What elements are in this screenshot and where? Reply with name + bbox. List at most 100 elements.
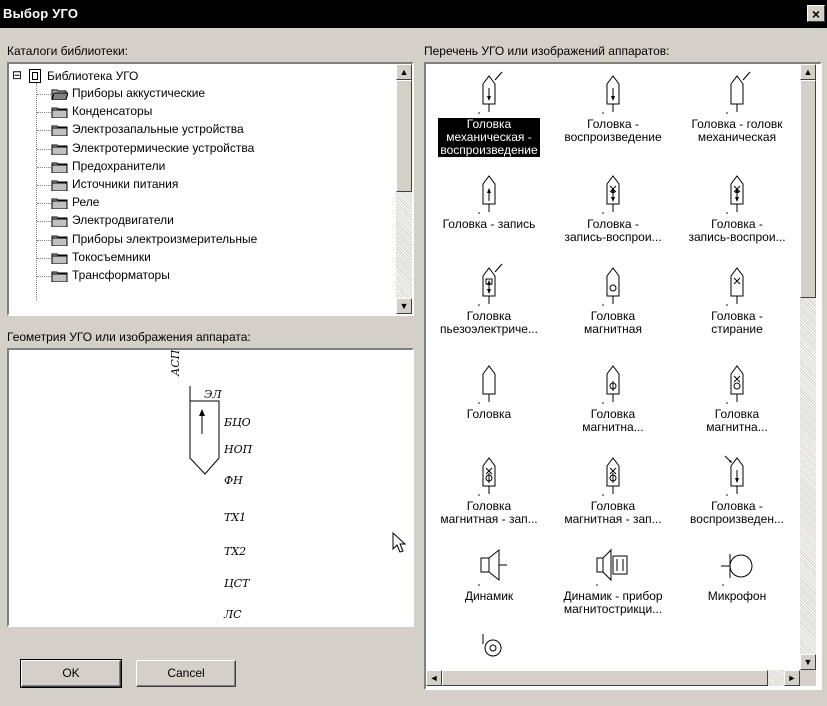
symbols-list: Головка механическая - воспроизведение Голо… [424,62,822,690]
tree-item-label: Трансформаторы [72,268,170,282]
symbol-label-line: воспроизведен... [690,512,784,526]
tree-item[interactable]: Реле [9,194,369,212]
tree-item-label: Источники питания [72,177,179,191]
symbol-item[interactable]: Головка магнитна... [550,360,676,434]
tree-item[interactable]: Конденсаторы [9,103,369,121]
tree-scroll-down-button[interactable]: ▼ [396,298,412,314]
tree-item[interactable]: Токосъемники [9,249,369,267]
head-record-playback-icon [602,175,620,214]
symbol-label-line: магнитна... [706,420,768,434]
symbols-vscroll-thumb[interactable] [800,80,816,298]
folder-icon [51,125,68,137]
tree-item[interactable]: Трансформаторы [9,267,369,285]
window-title: Выбор УГО [3,6,79,21]
folder-icon [51,198,68,210]
symbols-hscroll-thumb[interactable] [442,670,768,686]
symbol-label: Головка магнитная - зап... [438,500,539,526]
symbol-label-line: Микрофон [707,589,767,603]
symbols-scroll-up-button[interactable]: ▲ [800,64,816,80]
head-icon [478,365,496,404]
symbol-item[interactable]: Головка механическая - воспроизведение [426,70,552,157]
symbols-scroll-down-button[interactable]: ▼ [800,654,816,670]
geometry-label-bco: БЦО [224,416,251,429]
head-magnetic-record-2-icon [602,457,620,496]
geometry-label-tx1: ТХ1 [224,511,247,524]
symbol-label-line: магнитна... [582,420,644,434]
symbol-label-line: Головка - [711,499,763,513]
symbol-label-line: Головка [466,407,512,421]
tree-item-label: Конденсаторы [72,104,153,119]
symbol-label-line: Головка - [587,217,639,231]
head-mechanical-icon [726,71,751,114]
symbols-scroll-right-button[interactable]: ► [784,670,800,686]
geometry-label-fn: ФН [224,474,243,487]
symbol-item[interactable]: Головка - стирание [674,262,800,336]
symbol-label: Головка - запись-воспрои... [562,218,663,244]
folder-icon [51,144,68,155]
symbol-label: Головка магнитная - зап... [562,500,663,526]
geometry-label-ls: ЛС [224,608,242,621]
symbol-item[interactable]: Головка магнитная [550,262,676,336]
collapse-icon[interactable]: ⊟ [12,68,22,82]
tree-item[interactable]: Приборы электроизмерительные [9,231,369,249]
symbol-item[interactable]: Головка - головк механическая [674,70,800,144]
symbol-label-line: магнитная [584,322,642,336]
ok-button[interactable]: OK [20,659,122,688]
tree-root[interactable]: ⊟ Библиотека УГО [9,68,389,86]
tree-item[interactable]: Приборы аккустические [9,85,369,103]
tree-item-label: Электрозапальные устройства [72,122,244,137]
symbol-label-line: механическая [697,130,777,144]
catalog-tree-content: ⊟ Библиотека УГО Приборы аккустические Ко… [9,64,396,314]
symbol-item[interactable]: Головка - воспроизведение [550,70,676,144]
symbol-label: Головка [465,408,513,421]
symbols-scroll-left-button[interactable]: ◄ [426,670,442,686]
symbol-label-line: Головка [466,499,512,513]
tree-item[interactable]: Предохранители [9,158,369,176]
symbol-label-line: Головка [466,117,512,131]
symbols-grid: Головка механическая - воспроизведение Голо… [426,64,800,670]
catalogs-label: Каталоги библиотеки: [7,44,129,58]
symbol-item[interactable]: Динамик [426,542,552,603]
symbol-item[interactable]: Головка - запись-воспрои... [674,170,800,244]
folder-icon [51,162,68,173]
symbol-label: Головка - запись-воспрои... [686,218,787,244]
symbol-item[interactable]: Динамик - прибор магнитострикци... [550,542,676,616]
symbol-item[interactable]: Головка магнитна... [674,360,800,434]
symbol-item[interactable]: Микрофон [674,542,800,603]
tree-item-label: Электродвигатели [72,213,174,228]
tree-scroll-up-button[interactable]: ▲ [396,64,412,80]
head-magnetic-record-icon [478,457,496,496]
geometry-label: Геометрия УГО или изображения аппарата: [7,330,251,344]
symbol-item[interactable]: Головка магнитная - зап... [550,452,676,526]
cancel-button[interactable]: Cancel [136,660,236,687]
symbol-label: Головка - стирание [709,310,765,336]
symbol-label: Динамик - прибор магнитострикци... [561,590,664,616]
symbol-label-line: воспроизведение [440,143,538,157]
folder-icon [51,253,68,264]
head-piezo-icon [478,263,503,306]
tree-scroll-thumb[interactable] [396,80,412,192]
symbol-label-line: Динамик - прибор [563,589,663,603]
close-button[interactable]: × [807,5,825,22]
head-playback-icon [602,75,620,114]
symbol-item[interactable]: Головка - запись [426,170,552,231]
symbol-label: Головка магнитная [582,310,644,336]
tree-item[interactable]: Источники питания [9,176,369,194]
book-icon [29,69,41,83]
symbol-item[interactable]: Головка магнитная - зап... [426,452,552,526]
symbol-item[interactable]: Головка пьезоэлектриче... [426,262,552,336]
symbol-label: Головка магнитна... [704,408,769,434]
title-bar: Выбор УГО × [0,0,827,28]
folder-icon [51,216,68,228]
symbol-item[interactable]: Головка - запись-воспрои... [550,170,676,244]
head-erase-icon [726,267,744,306]
tree-item[interactable]: Электрозапальные устройства [9,121,369,139]
tree-item[interactable]: Электротермические устройства [9,140,369,158]
tree-item[interactable]: Электродвигатели [9,212,369,230]
symbol-item[interactable]: Головка - воспроизведен... [674,452,800,526]
geometry-label-tx2: ТХ2 [224,545,247,558]
symbol-item[interactable]: Головка [426,360,552,421]
speaker-icon [478,548,507,586]
symbol-label: Головка механическая - воспроизведение [438,117,540,157]
head-magnetic-2-icon [602,365,620,404]
